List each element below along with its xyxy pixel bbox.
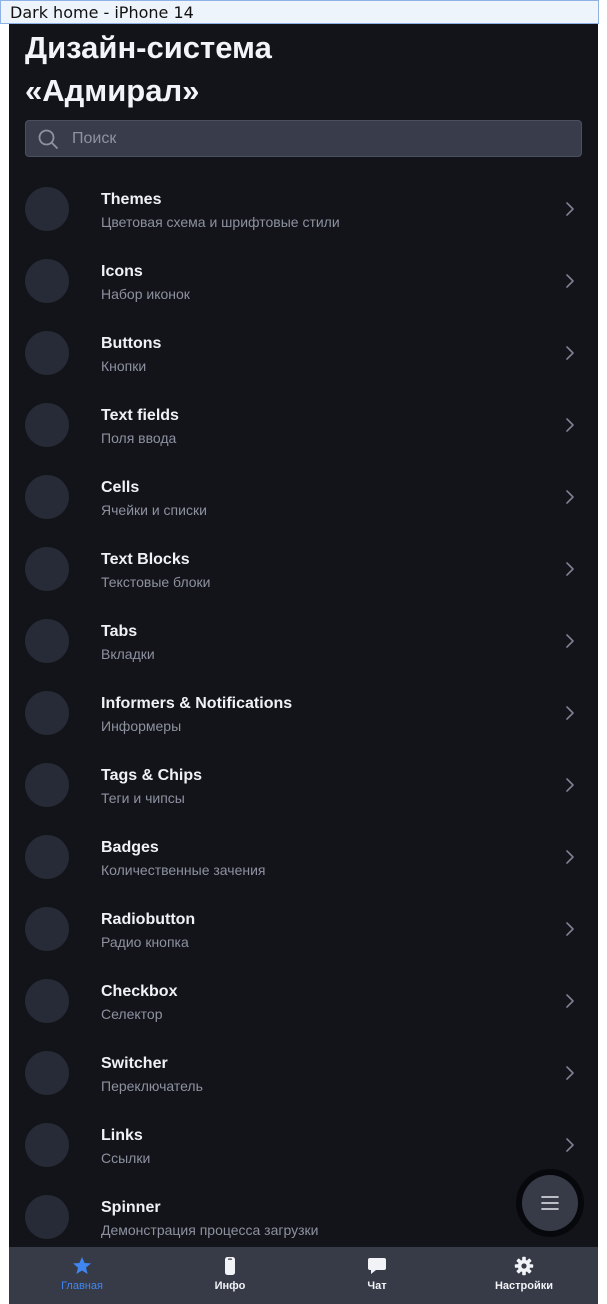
chevron-right-icon bbox=[566, 994, 574, 1008]
item-title: Badges bbox=[101, 839, 159, 856]
item-avatar bbox=[25, 1195, 69, 1239]
list-item[interactable]: Themes Цветовая схема и шрифтовые стили bbox=[9, 173, 598, 245]
item-title: Themes bbox=[101, 191, 162, 208]
phone-icon bbox=[225, 1257, 235, 1275]
frame-label: Dark home - iPhone 14 bbox=[0, 0, 599, 24]
item-title: Radiobutton bbox=[101, 911, 196, 928]
chevron-right-icon bbox=[566, 922, 574, 936]
list-item[interactable]: Switcher Переключатель bbox=[9, 1037, 598, 1109]
item-avatar bbox=[25, 475, 69, 519]
item-subtitle: Цветовая схема и шрифтовые стили bbox=[101, 214, 340, 230]
search-bar[interactable] bbox=[25, 120, 582, 157]
list-item[interactable]: Text fields Поля ввода bbox=[9, 389, 598, 461]
item-title: Checkbox bbox=[101, 983, 178, 1000]
item-avatar bbox=[25, 1123, 69, 1167]
list-item[interactable]: Tabs Вкладки bbox=[9, 605, 598, 677]
item-avatar bbox=[25, 259, 69, 303]
list-item[interactable]: Badges Количественные зачения bbox=[9, 821, 598, 893]
chevron-right-icon bbox=[566, 1066, 574, 1080]
chevron-right-icon bbox=[566, 706, 574, 720]
chevron-right-icon bbox=[566, 346, 574, 360]
tab-chat[interactable]: Чат bbox=[322, 1247, 432, 1304]
list-item[interactable]: Cells Ячейки и списки bbox=[9, 461, 598, 533]
item-subtitle: Радио кнопка bbox=[101, 934, 189, 950]
phone-screen: Дизайн-система «Адмирал» Themes Цветовая… bbox=[9, 24, 598, 1304]
item-subtitle: Информеры bbox=[101, 718, 182, 734]
item-title: Links bbox=[101, 1127, 143, 1144]
components-list: Themes Цветовая схема и шрифтовые стили … bbox=[9, 173, 598, 1253]
item-avatar bbox=[25, 763, 69, 807]
chevron-right-icon bbox=[566, 634, 574, 648]
item-subtitle: Переключатель bbox=[101, 1078, 203, 1094]
list-item[interactable]: Links Ссылки bbox=[9, 1109, 598, 1181]
item-avatar bbox=[25, 979, 69, 1023]
item-title: Text Blocks bbox=[101, 551, 190, 568]
item-title: Buttons bbox=[101, 335, 162, 352]
chevron-right-icon bbox=[566, 490, 574, 504]
item-subtitle: Поля ввода bbox=[101, 430, 177, 446]
menu-fab-button[interactable] bbox=[522, 1175, 578, 1231]
list-item[interactable]: Spinner Демонстрация процесса загрузки bbox=[9, 1181, 598, 1253]
tab-label: Чат bbox=[367, 1280, 387, 1292]
list-item[interactable]: Text Blocks Текстовые блоки bbox=[9, 533, 598, 605]
item-avatar bbox=[25, 331, 69, 375]
item-avatar bbox=[25, 619, 69, 663]
chevron-right-icon bbox=[566, 274, 574, 288]
item-avatar bbox=[25, 1051, 69, 1095]
chevron-right-icon bbox=[566, 562, 574, 576]
tab-home[interactable]: Главная bbox=[27, 1247, 137, 1304]
item-subtitle: Ссылки bbox=[101, 1150, 151, 1166]
list-item[interactable]: Radiobutton Радио кнопка bbox=[9, 893, 598, 965]
chevron-right-icon bbox=[566, 418, 574, 432]
page-title: Дизайн-система «Адмирал» bbox=[25, 30, 272, 108]
chat-bubble-icon bbox=[368, 1258, 386, 1274]
item-subtitle: Кнопки bbox=[101, 358, 147, 374]
star-icon bbox=[73, 1257, 91, 1274]
item-subtitle: Демонстрация процесса загрузки bbox=[101, 1222, 319, 1238]
item-subtitle: Селектор bbox=[101, 1006, 163, 1022]
item-title: Spinner bbox=[101, 1199, 161, 1216]
search-input[interactable] bbox=[72, 121, 552, 156]
item-avatar bbox=[25, 835, 69, 879]
item-title: Switcher bbox=[101, 1055, 168, 1072]
tab-info[interactable]: Инфо bbox=[175, 1247, 285, 1304]
item-avatar bbox=[25, 403, 69, 447]
item-title: Cells bbox=[101, 479, 140, 496]
list-item[interactable]: Informers & Notifications Информеры bbox=[9, 677, 598, 749]
item-subtitle: Вкладки bbox=[101, 646, 155, 662]
item-subtitle: Количественные зачения bbox=[101, 862, 266, 878]
menu-icon bbox=[541, 1196, 559, 1210]
item-avatar bbox=[25, 691, 69, 735]
chevron-right-icon bbox=[566, 778, 574, 792]
search-icon bbox=[38, 129, 58, 149]
item-subtitle: Теги и чипсы bbox=[101, 790, 185, 806]
item-title: Tabs bbox=[101, 623, 138, 640]
list-item[interactable]: Buttons Кнопки bbox=[9, 317, 598, 389]
item-subtitle: Текстовые блоки bbox=[101, 574, 211, 590]
list-item[interactable]: Icons Набор иконок bbox=[9, 245, 598, 317]
item-title: Icons bbox=[101, 263, 143, 280]
item-title: Informers & Notifications bbox=[101, 695, 293, 712]
item-title: Tags & Chips bbox=[101, 767, 203, 784]
chevron-right-icon bbox=[566, 202, 574, 216]
chevron-right-icon bbox=[566, 850, 574, 864]
item-title: Text fields bbox=[101, 407, 179, 424]
item-subtitle: Ячейки и списки bbox=[101, 502, 207, 518]
item-avatar bbox=[25, 547, 69, 591]
chevron-right-icon bbox=[566, 1138, 574, 1152]
gear-icon bbox=[514, 1256, 534, 1276]
tab-settings[interactable]: Настройки bbox=[469, 1247, 579, 1304]
list-item[interactable]: Checkbox Селектор bbox=[9, 965, 598, 1037]
list-item[interactable]: Tags & Chips Теги и чипсы bbox=[9, 749, 598, 821]
item-avatar bbox=[25, 187, 69, 231]
item-subtitle: Набор иконок bbox=[101, 286, 190, 302]
bottom-tab-bar: Главная Инфо Чат Настройки bbox=[9, 1247, 598, 1304]
tab-label: Инфо bbox=[214, 1280, 246, 1292]
tab-label: Главная bbox=[61, 1280, 103, 1292]
tab-label: Настройки bbox=[494, 1280, 554, 1292]
item-avatar bbox=[25, 907, 69, 951]
